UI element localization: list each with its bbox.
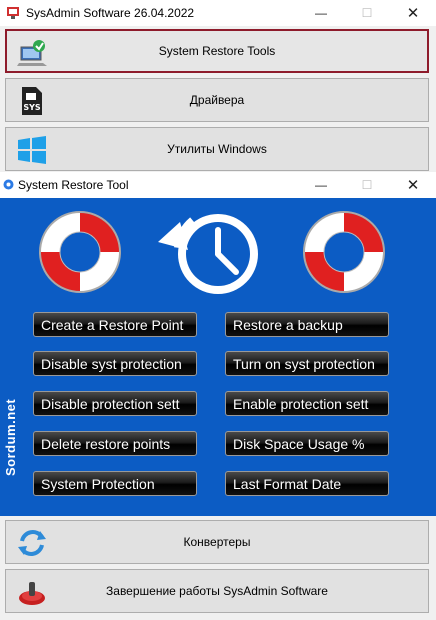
sys-file-label: SYS [23, 103, 41, 112]
restore-tool-titlebar: System Restore Tool — ☐ ✕ [0, 172, 436, 198]
system-restore-icon [17, 40, 47, 66]
menu-shutdown[interactable]: Завершение работы SysAdmin Software [5, 569, 429, 613]
menu-label: Конвертеры [183, 535, 251, 549]
clock-restore-icon [158, 214, 258, 294]
restore-tool-icon [3, 179, 14, 190]
menu-drivers[interactable]: SYS Драйвера [5, 78, 429, 122]
delete-restore-points-button[interactable]: Delete restore points [33, 431, 197, 456]
system-protection-button[interactable]: System Protection [33, 471, 197, 496]
menu-label: Драйвера [189, 93, 245, 107]
power-icon [19, 582, 45, 605]
menu-label: Завершение работы SysAdmin Software [106, 584, 328, 598]
menu-windows-utilities[interactable]: Утилиты Windows [5, 127, 429, 171]
turn-on-syst-protection-button[interactable]: Turn on syst protection [225, 351, 389, 376]
restore-minimize-button[interactable]: — [298, 172, 344, 198]
enable-protection-sett-button[interactable]: Enable protection sett [225, 391, 389, 416]
sys-file-icon: SYS [22, 87, 42, 115]
menu-label: Утилиты Windows [167, 142, 267, 156]
window-title: SysAdmin Software 26.04.2022 [26, 6, 195, 20]
sordum-label: Sordum.net [3, 398, 18, 476]
create-restore-point-button[interactable]: Create a Restore Point [33, 312, 197, 337]
app-icon [7, 7, 19, 19]
restore-maximize-button[interactable]: ☐ [344, 172, 390, 198]
minimize-button[interactable]: — [298, 0, 344, 26]
restore-tool-title: System Restore Tool [18, 178, 129, 192]
refresh-arrows-icon [18, 530, 46, 556]
restore-close-button[interactable]: ✕ [390, 172, 436, 198]
maximize-button[interactable]: ☐ [344, 0, 390, 26]
menu-converters[interactable]: Конвертеры [5, 520, 429, 564]
main-titlebar: SysAdmin Software 26.04.2022 — ☐ ✕ [0, 0, 436, 26]
lifebuoy-right-icon [303, 211, 385, 293]
menu-label: System Restore Tools [158, 44, 276, 58]
close-button[interactable]: ✕ [390, 0, 436, 26]
lifebuoy-left-icon [39, 211, 121, 293]
restore-backup-button[interactable]: Restore a backup [225, 312, 389, 337]
menu-system-restore-tools[interactable]: System Restore Tools [5, 29, 429, 73]
last-format-date-button[interactable]: Last Format Date [225, 471, 389, 496]
windows-logo-icon [18, 136, 46, 164]
disk-space-usage-button[interactable]: Disk Space Usage % [225, 431, 389, 456]
disable-syst-protection-button[interactable]: Disable syst protection [33, 351, 197, 376]
disable-protection-sett-button[interactable]: Disable protection sett [33, 391, 197, 416]
